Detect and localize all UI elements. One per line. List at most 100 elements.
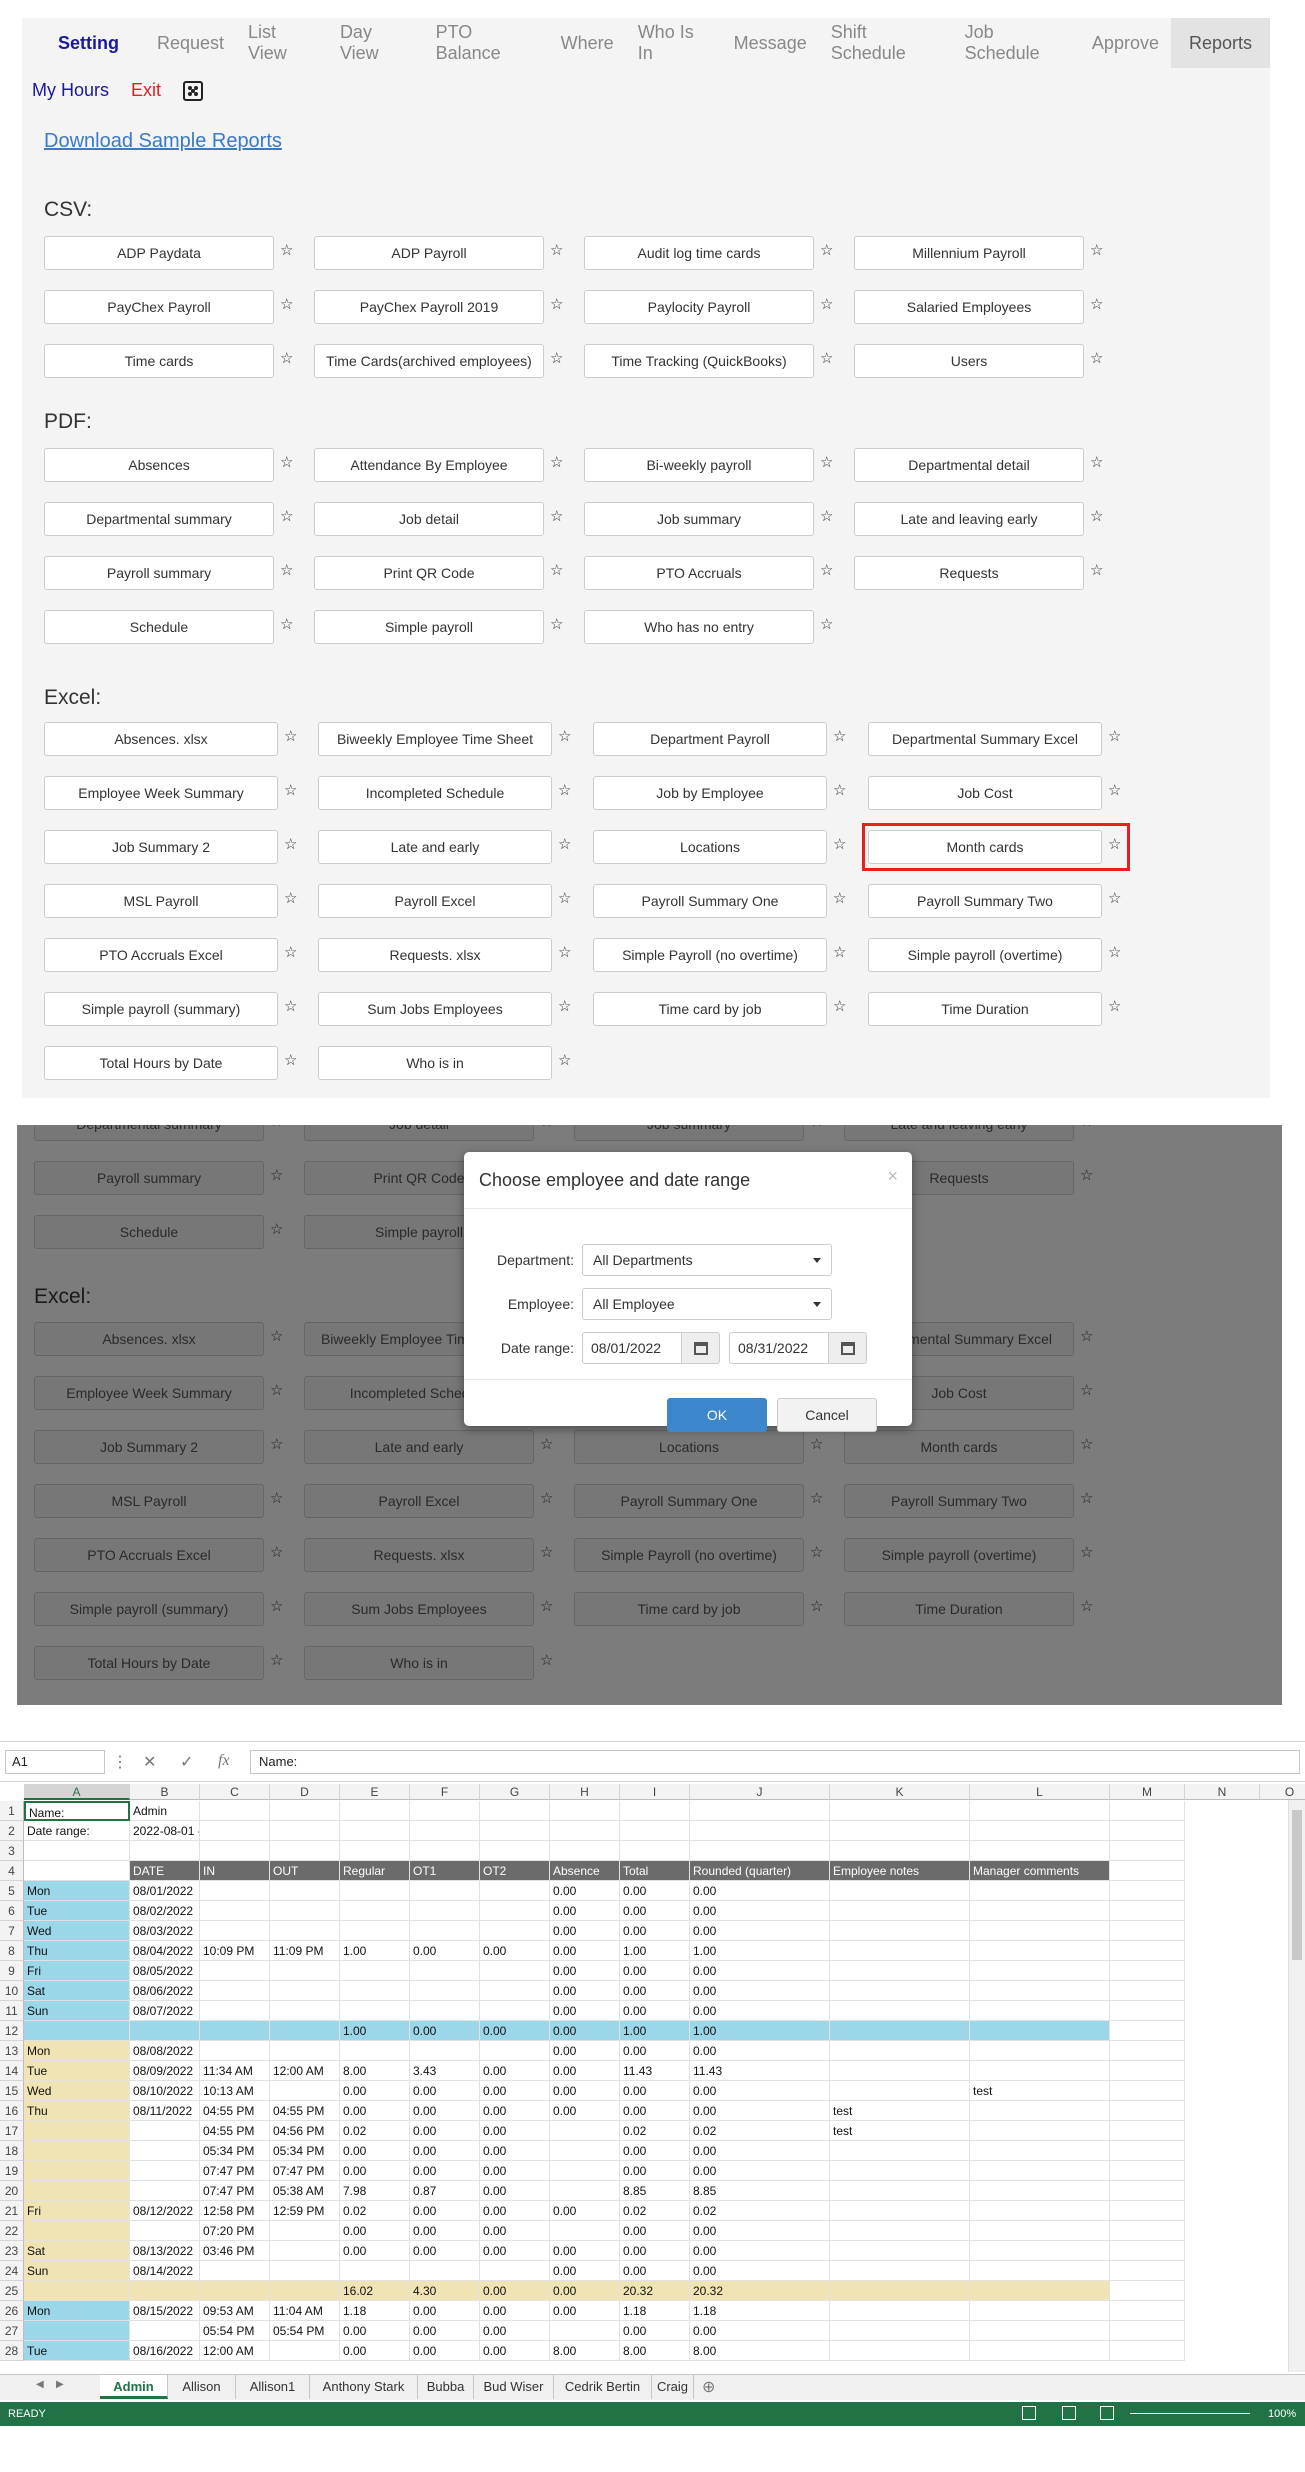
formula-input[interactable]: Name: [250,1750,1300,1774]
table-cell[interactable]: 0.00 [690,2041,830,2061]
table-cell[interactable]: 0.00 [690,1961,830,1981]
favorite-star-icon[interactable]: ☆ [550,297,563,312]
report-button-attendance-by-employee[interactable]: Attendance By Employee [314,448,544,482]
table-cell[interactable]: 08/14/2022 [130,2261,200,2281]
table-cell[interactable] [830,2341,970,2361]
nav-tab-setting[interactable]: Setting [32,18,145,68]
table-cell[interactable]: Mon [24,2301,130,2321]
table-cell[interactable] [200,1961,270,1981]
column-header-o[interactable]: O [1260,1784,1305,1800]
report-button-print-qr-code[interactable]: Print QR Code [314,556,544,590]
row-header[interactable]: 28 [0,2341,24,2361]
table-cell[interactable] [1110,2341,1185,2361]
table-cell[interactable] [1110,2201,1185,2221]
table-cell[interactable]: 0.00 [620,2041,690,2061]
table-cell[interactable]: 03:46 PM [200,2241,270,2261]
row-header[interactable]: 4 [0,1861,24,1881]
table-cell[interactable] [830,2061,970,2081]
table-cell[interactable]: 0.00 [620,1881,690,1901]
report-button-job-detail[interactable]: Job detail [314,502,544,536]
table-cell[interactable]: Wed [24,2081,130,2101]
table-cell[interactable] [270,1841,340,1861]
sheet-tab-allison1[interactable]: Allison1 [236,2375,310,2399]
favorite-star-icon[interactable]: ☆ [558,945,571,960]
report-button-who-has-no-entry[interactable]: Who has no entry [584,610,814,644]
favorite-star-icon[interactable]: ☆ [280,563,293,578]
table-cell[interactable]: test [970,2081,1110,2101]
table-cell[interactable]: Wed [24,1921,130,1941]
sheet-tab-allison[interactable]: Allison [168,2375,236,2399]
table-cell[interactable] [830,2181,970,2201]
table-cell[interactable]: 11:09 PM [270,1941,340,1961]
table-cell[interactable]: 1.00 [340,1941,410,1961]
favorite-star-icon[interactable]: ☆ [558,783,571,798]
report-button-job-by-employee[interactable]: Job by Employee [593,776,827,810]
table-cell[interactable]: 0.00 [340,2141,410,2161]
table-cell[interactable] [970,1841,1110,1861]
page-layout-icon[interactable] [1062,2406,1076,2420]
column-header-e[interactable]: E [340,1784,410,1800]
table-cell[interactable]: 0.00 [480,2081,550,2101]
table-cell[interactable]: 8.00 [620,2341,690,2361]
table-cell[interactable]: Thu [24,1941,130,1961]
table-cell[interactable] [1110,2301,1185,2321]
table-cell[interactable] [480,1841,550,1861]
table-cell[interactable]: 11:04 AM [270,2301,340,2321]
table-cell[interactable]: 0.00 [550,2061,620,2081]
table-cell[interactable]: Sat [24,2241,130,2261]
table-cell[interactable] [24,2161,130,2181]
table-cell[interactable]: 0.00 [480,2161,550,2181]
table-cell[interactable]: Tue [24,2061,130,2081]
column-header-h[interactable]: H [550,1784,620,1800]
column-header-k[interactable]: K [830,1784,970,1800]
favorite-star-icon[interactable]: ☆ [833,999,846,1014]
report-button-bi-weekly-payroll[interactable]: Bi-weekly payroll [584,448,814,482]
column-title-cell[interactable]: Absence [550,1861,620,1881]
report-button-biweekly-employee-time-sheet[interactable]: Biweekly Employee Time Sheet [318,722,552,756]
table-cell[interactable]: 0.00 [340,2321,410,2341]
table-cell[interactable] [970,2241,1110,2261]
table-cell[interactable] [830,2141,970,2161]
table-cell[interactable]: 0.00 [550,1941,620,1961]
table-cell[interactable] [620,1801,690,1821]
table-cell[interactable] [970,2301,1110,2321]
table-cell[interactable]: 0.00 [690,1881,830,1901]
row-header[interactable]: 8 [0,1941,24,1961]
table-cell[interactable] [270,2001,340,2021]
table-cell[interactable]: 1.18 [690,2301,830,2321]
report-button-departmental-summary-excel[interactable]: Departmental Summary Excel [868,722,1102,756]
table-cell[interactable]: 0.00 [340,2241,410,2261]
table-cell[interactable]: 0.02 [620,2121,690,2141]
row-header[interactable]: 6 [0,1901,24,1921]
favorite-star-icon[interactable]: ☆ [284,837,297,852]
table-cell[interactable] [970,1981,1110,2001]
table-cell[interactable] [200,2041,270,2061]
table-cell[interactable] [200,1921,270,1941]
column-title-cell[interactable]: Employee notes [830,1861,970,1881]
table-cell[interactable] [480,2041,550,2061]
table-cell[interactable]: 0.00 [620,2081,690,2101]
column-title-cell[interactable]: DATE [130,1861,200,1881]
table-cell[interactable]: 0.00 [340,2221,410,2241]
table-cell[interactable]: 20.32 [690,2281,830,2301]
table-cell[interactable] [550,2181,620,2201]
column-header-l[interactable]: L [970,1784,1110,1800]
table-cell[interactable] [1110,2321,1185,2341]
row-header[interactable]: 16 [0,2101,24,2121]
column-header-c[interactable]: C [200,1784,270,1800]
favorite-star-icon[interactable]: ☆ [833,837,846,852]
column-title-cell[interactable] [24,1861,130,1881]
table-cell[interactable] [1110,2121,1185,2141]
favorite-star-icon[interactable]: ☆ [833,945,846,960]
table-cell[interactable] [690,1801,830,1821]
table-cell[interactable]: 20.32 [620,2281,690,2301]
table-cell[interactable]: 1.00 [620,2021,690,2041]
my-hours-link[interactable]: My Hours [32,80,109,101]
report-button-absences-xlsx[interactable]: Absences. xlsx [44,722,278,756]
table-cell[interactable] [550,2141,620,2161]
table-cell[interactable]: 04:55 PM [200,2121,270,2141]
row-header[interactable]: 22 [0,2221,24,2241]
report-button-departmental-detail[interactable]: Departmental detail [854,448,1084,482]
table-cell[interactable] [1110,1801,1185,1821]
table-cell[interactable]: 0.00 [690,2321,830,2341]
